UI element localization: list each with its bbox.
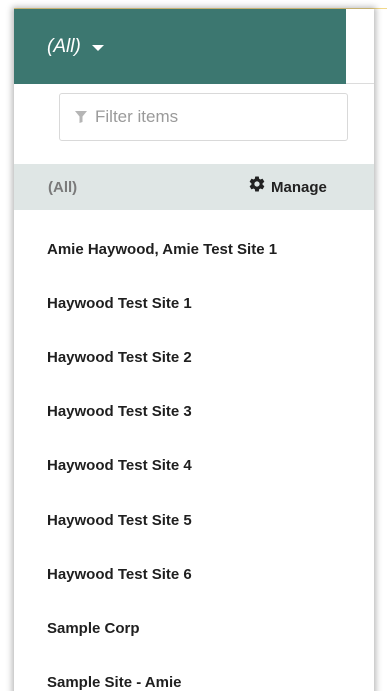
site-list-item[interactable]: Haywood Test Site 6 bbox=[14, 547, 374, 601]
site-list-item[interactable]: Haywood Test Site 4 bbox=[14, 439, 374, 493]
manage-label: Manage bbox=[271, 178, 327, 196]
site-list-item[interactable]: Haywood Test Site 2 bbox=[14, 330, 374, 384]
chevron-down-icon bbox=[91, 44, 104, 51]
funnel-icon bbox=[75, 111, 87, 123]
site-list-item[interactable]: Sample Site - Amie bbox=[14, 656, 374, 691]
dropdown-screenshot: (All) (All) Manage Amie Haywood, Amie Te… bbox=[0, 0, 387, 691]
header-blank-area bbox=[346, 9, 374, 84]
manage-button[interactable]: Manage bbox=[248, 164, 327, 210]
gear-icon bbox=[249, 176, 265, 192]
all-option-row[interactable]: (All) Manage bbox=[14, 164, 374, 210]
site-list-item[interactable]: Haywood Test Site 3 bbox=[14, 385, 374, 439]
filter-items-input[interactable] bbox=[95, 107, 335, 127]
site-list: Amie Haywood, Amie Test Site 1 Haywood T… bbox=[14, 224, 374, 691]
site-list-item[interactable]: Amie Haywood, Amie Test Site 1 bbox=[14, 222, 374, 276]
site-selector-label: (All) bbox=[47, 35, 81, 57]
site-list-item[interactable]: Haywood Test Site 5 bbox=[14, 493, 374, 547]
all-option-label: (All) bbox=[48, 178, 78, 196]
site-list-item[interactable]: Sample Corp bbox=[14, 601, 374, 655]
site-filter-dropdown: (All) (All) Manage Amie Haywood, Amie Te… bbox=[14, 9, 374, 691]
site-selector-trigger[interactable]: (All) bbox=[14, 9, 346, 84]
site-list-item[interactable]: Haywood Test Site 1 bbox=[14, 276, 374, 330]
filter-field[interactable] bbox=[59, 93, 348, 141]
